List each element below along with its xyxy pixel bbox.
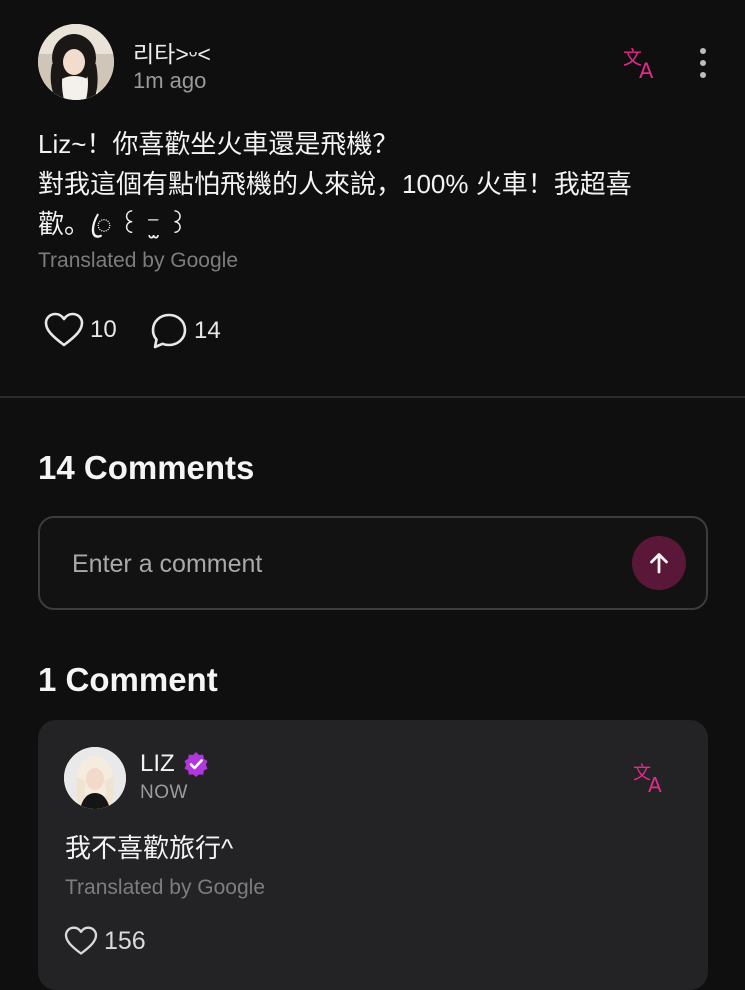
- comment-timestamp: NOW: [140, 782, 188, 803]
- translated-by-google: Translated by Google: [38, 249, 239, 272]
- translate-icon[interactable]: 文 A: [622, 44, 662, 83]
- comment-like-count: 156: [104, 926, 146, 955]
- comment-card: LIZ NOW 文 A 我不喜歡旅行^ Translated by Google…: [38, 720, 708, 990]
- comment-text: 我不喜歡旅行^: [65, 833, 234, 863]
- speech-bubble-icon: [151, 313, 187, 349]
- send-button[interactable]: [632, 536, 686, 590]
- divider: [0, 396, 745, 398]
- heart-icon: [44, 312, 84, 347]
- commenter-row: LIZ: [140, 750, 209, 778]
- arrow-up-icon: [650, 553, 668, 574]
- artist-comments-heading: 1 Comment: [38, 661, 218, 698]
- comment-like-button[interactable]: 156: [64, 926, 146, 956]
- like-count: 10: [90, 316, 117, 343]
- verified-badge-icon: [184, 752, 208, 777]
- post-body-line: 歡。ꦿ ꒰ ⁻̫ ꒱: [38, 209, 188, 239]
- comment-count: 14: [194, 317, 221, 344]
- post-body: Liz~！你喜歡坐火車還是飛機？ 對我這個有點怕飛機的人來說，100% 火車！我…: [38, 124, 708, 244]
- comment-composer: [38, 516, 708, 610]
- author-name[interactable]: 리타>ᵕ<: [133, 35, 211, 69]
- comment-input[interactable]: [70, 540, 614, 588]
- post-body-line: 對我這個有點怕飛機的人來說，100% 火車！我超喜: [38, 169, 632, 199]
- author-avatar[interactable]: [38, 24, 114, 100]
- comments-heading: 14 Comments: [38, 449, 255, 486]
- svg-text:A: A: [648, 773, 662, 796]
- post-timestamp: 1m ago: [133, 68, 207, 93]
- translated-by-google: Translated by Google: [65, 876, 266, 899]
- comment-button[interactable]: 14: [150, 312, 221, 350]
- commenter-name[interactable]: LIZ: [140, 750, 175, 778]
- svg-text:A: A: [639, 59, 654, 82]
- like-button[interactable]: 10: [44, 312, 117, 348]
- more-vertical-icon[interactable]: [694, 46, 712, 80]
- post: 리타>ᵕ< 1m ago 文 A Liz~！你喜歡坐火車還是飛機？ 對我這個有點…: [0, 0, 745, 397]
- post-body-line: Liz~！你喜歡坐火車還是飛機？: [38, 129, 399, 159]
- commenter-avatar[interactable]: [64, 747, 126, 809]
- translate-icon[interactable]: 文 A: [632, 760, 670, 797]
- heart-icon: [64, 926, 98, 955]
